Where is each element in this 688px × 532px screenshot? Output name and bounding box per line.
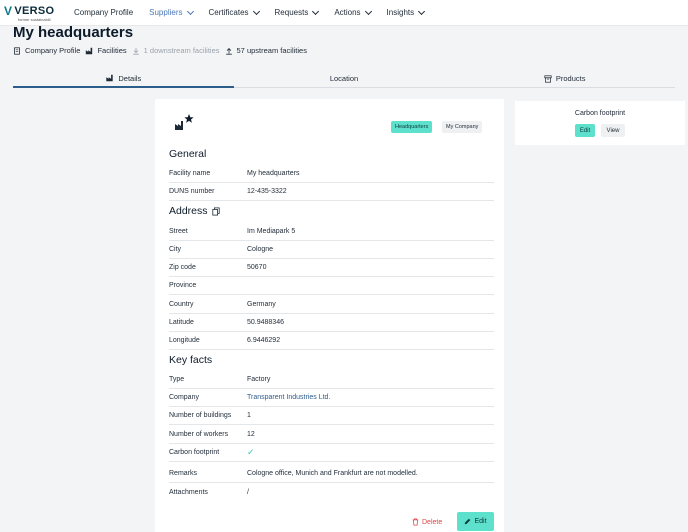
edit-button[interactable]: Edit <box>457 512 494 531</box>
field-row: City Cologne <box>169 241 494 259</box>
checkmark-icon: ✓ <box>247 447 255 457</box>
breadcrumb-downstream[interactable]: 1 downstream facilities <box>132 46 220 55</box>
field-row: Remarks Cologne office, Munich and Frank… <box>169 465 494 483</box>
nav-insights[interactable]: Insights <box>387 7 426 17</box>
field-row: Number of workers 12 <box>169 426 494 444</box>
download-icon <box>132 47 139 55</box>
delete-button[interactable]: Delete <box>412 514 442 530</box>
field-value: / <box>247 488 249 496</box>
field-label: Province <box>169 282 197 289</box>
factory-icon <box>86 47 93 54</box>
facility-details-card: Headquarters My Company General Facility… <box>155 99 504 532</box>
document-icon <box>14 46 20 55</box>
top-navbar: V VERSO former sustainabill Company Prof… <box>0 0 688 26</box>
chevron-down-icon <box>364 7 372 15</box>
field-row: Latitude 50.9488346 <box>169 314 494 332</box>
nav-actions[interactable]: Actions <box>334 7 372 17</box>
field-value: Cologne office, Munich and Frankfurt are… <box>247 470 418 477</box>
field-label: City <box>169 246 182 253</box>
chevron-down-icon <box>418 7 426 15</box>
pencil-icon <box>465 518 471 525</box>
field-label: Type <box>169 376 185 383</box>
field-row: Zip code 50670 <box>169 259 494 277</box>
headquarters-badge: Headquarters <box>391 121 433 133</box>
nav-company-profile[interactable]: Company Profile <box>74 8 133 17</box>
logo-subtitle: former sustainabill <box>18 16 51 22</box>
field-row: Province <box>169 277 494 295</box>
field-label: Country <box>169 301 194 308</box>
field-value: Cologne <box>247 246 274 253</box>
logo-mark-icon: V <box>4 3 13 18</box>
field-row: Number of buildings 1 <box>169 407 494 425</box>
archive-box-icon <box>544 74 552 83</box>
chevron-down-icon <box>312 7 320 15</box>
trash-icon <box>412 518 419 526</box>
nav-requests[interactable]: Requests <box>275 7 320 17</box>
field-row: DUNS number 12-435-3322 <box>169 183 494 201</box>
factory-icon <box>106 74 114 82</box>
section-heading-general: General <box>169 148 207 160</box>
field-value: 50.9488346 <box>247 319 284 326</box>
company-link[interactable]: Transparent Industries Ltd. <box>247 394 330 401</box>
tab-products[interactable]: Products <box>454 70 676 88</box>
field-label: Zip code <box>169 264 196 271</box>
field-label: Carbon footprint <box>169 449 220 456</box>
verso-logo[interactable]: V VERSO former sustainabill <box>4 4 68 22</box>
breadcrumb-company-profile[interactable]: Company Profile <box>13 46 80 55</box>
logo-name: VERSO <box>14 4 55 17</box>
field-value: 6.9446292 <box>247 337 281 344</box>
field-label: Number of workers <box>169 431 229 438</box>
tab-bar: Details Location Products <box>13 70 676 88</box>
chevron-down-icon <box>252 7 260 15</box>
upload-icon <box>225 47 232 55</box>
carbon-edit-button[interactable]: Edit <box>575 124 595 137</box>
field-label: Street <box>169 228 188 235</box>
carbon-footprint-title: Carbon footprint <box>574 110 626 117</box>
field-label: Company <box>169 394 199 401</box>
field-row: Facility name My headquarters <box>169 165 494 183</box>
copy-icon[interactable] <box>211 207 220 216</box>
breadcrumb: Company Profile Facilities 1 downstream … <box>13 46 307 55</box>
field-label: Attachments <box>169 488 208 496</box>
field-value: 12 <box>247 431 255 438</box>
breadcrumb-facilities[interactable]: Facilities <box>85 46 127 55</box>
field-value: Factory <box>247 376 271 383</box>
field-row: Attachments / <box>169 483 494 501</box>
field-value: 1 <box>247 412 251 419</box>
field-label: Latitude <box>169 319 194 326</box>
my-company-badge: My Company <box>442 121 483 133</box>
tab-details[interactable]: Details <box>13 70 234 88</box>
chevron-down-icon <box>186 7 194 15</box>
field-label: Longitude <box>169 337 200 344</box>
nav-certificates[interactable]: Certificates <box>209 7 260 17</box>
field-row: Carbon footprint ✓ <box>169 444 494 462</box>
field-label: DUNS number <box>169 188 215 195</box>
field-label: Number of buildings <box>169 412 232 419</box>
section-heading-key-facts: Key facts <box>169 354 213 366</box>
breadcrumb-upstream[interactable]: 57 upstream facilities <box>225 46 307 55</box>
field-value: My headquarters <box>247 170 300 177</box>
field-label: Remarks <box>169 470 198 477</box>
field-row: Company Transparent Industries Ltd. <box>169 389 494 407</box>
field-row: Longitude 6.9446292 <box>169 332 494 350</box>
field-value: Germany <box>247 301 276 308</box>
page-title: My headquarters <box>13 24 134 41</box>
field-value: 12-435-3322 <box>247 188 287 195</box>
nav-suppliers[interactable]: Suppliers <box>149 7 194 17</box>
field-row: Street Im Mediapark 5 <box>169 223 494 241</box>
field-row: Type Factory <box>169 371 494 389</box>
field-value: 50670 <box>247 264 267 271</box>
field-label: Facility name <box>169 170 211 177</box>
field-value: Im Mediapark 5 <box>247 228 296 235</box>
carbon-view-button[interactable]: View <box>601 124 625 137</box>
carbon-footprint-card: Carbon footprint Edit View <box>515 101 685 145</box>
factory-headquarters-icon <box>175 114 194 130</box>
field-row: Country Germany <box>169 296 494 314</box>
section-heading-address: Address <box>169 205 220 217</box>
tab-location[interactable]: Location <box>233 70 455 88</box>
